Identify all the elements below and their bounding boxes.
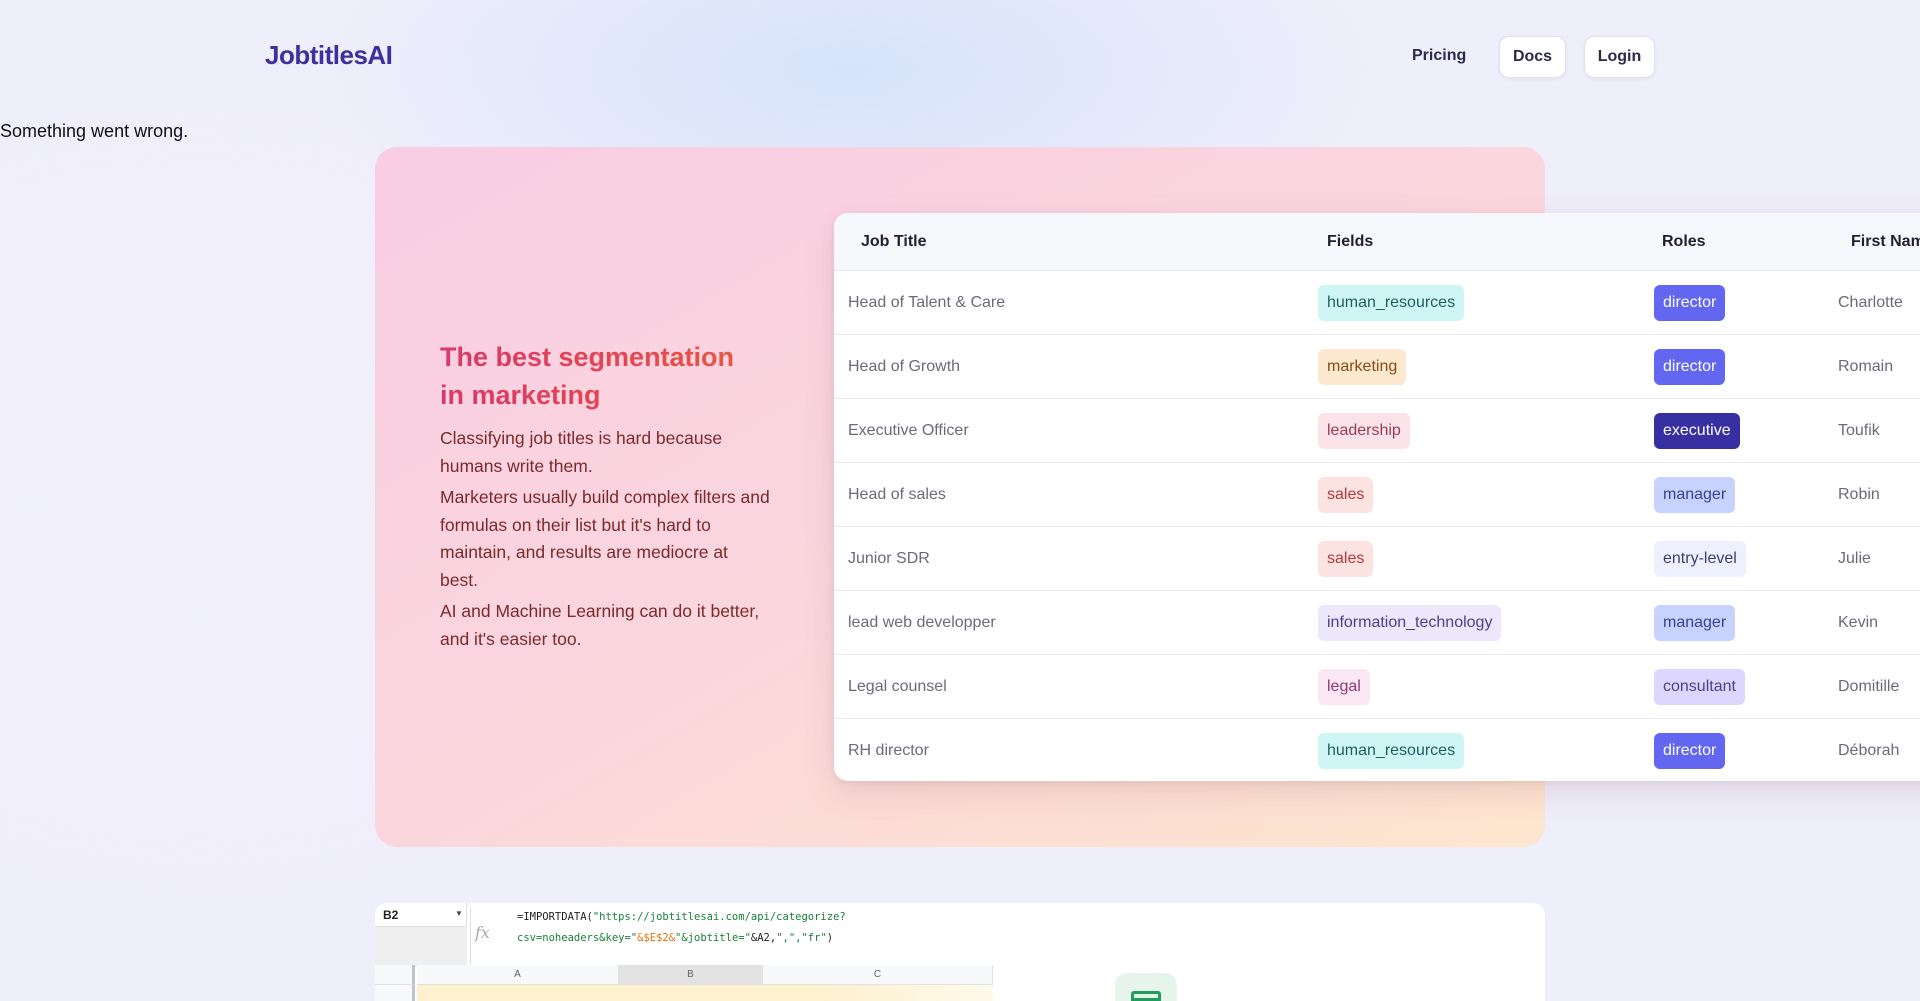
role-badge: consultant: [1654, 669, 1745, 705]
role-cell: director: [1654, 271, 1726, 335]
field-badge: leadership: [1318, 413, 1410, 449]
role-cell: entry-level: [1654, 527, 1746, 591]
field-badge: sales: [1318, 541, 1374, 577]
field-cell: legal: [1318, 655, 1370, 719]
job-title-cell: Executive Officer: [848, 422, 969, 439]
header-first-name: First Nam: [1851, 233, 1920, 250]
role-badge: entry-level: [1654, 541, 1746, 577]
table-icon: [1115, 973, 1177, 1001]
hero-paragraph: Classifying job titles is hard because h…: [440, 428, 723, 476]
field-cell: leadership: [1318, 399, 1410, 463]
table-row: Executive Officer leadership executive Touf…: [834, 399, 1920, 463]
table-row: Legal counsel legal consultant Domitille: [834, 655, 1920, 719]
first-name-cell: Charlotte: [1838, 294, 1903, 311]
column-header-a[interactable]: A: [417, 965, 619, 985]
field-cell: human_resources: [1318, 719, 1465, 781]
hero-paragraph: Marketers usually build complex filters …: [440, 487, 770, 590]
field-badge: human_resources: [1318, 285, 1465, 321]
cell-reference: B2: [383, 908, 399, 922]
error-message: Something went wrong.: [0, 121, 189, 141]
header-job-title: Job Title: [861, 233, 927, 250]
table-row: Head of Talent & Care human_resources dire…: [834, 271, 1920, 335]
spreadsheet-preview: B2 ▼ fx =IMPORTDATA("https://jobtitlesai…: [375, 903, 1545, 1001]
role-cell: director: [1654, 335, 1726, 399]
field-badge: human_resources: [1318, 733, 1465, 769]
first-name-cell: Toufik: [1838, 422, 1880, 439]
field-cell: marketing: [1318, 335, 1407, 399]
chevron-down-icon: ▼: [455, 909, 463, 918]
first-name-cell: Domitille: [1838, 678, 1900, 695]
job-title-cell: Head of Growth: [848, 358, 961, 375]
role-badge: director: [1654, 349, 1726, 385]
job-title-cell: Head of sales: [848, 486, 946, 503]
job-titles-table: Job Title Fields Roles First Nam Head of…: [834, 213, 1920, 781]
hero-title-line2: in marketing: [440, 380, 601, 410]
field-badge: legal: [1318, 669, 1370, 705]
field-cell: sales: [1318, 527, 1374, 591]
first-name-cell: Kevin: [1838, 614, 1879, 631]
hero-paragraph: AI and Machine Learning can do it better…: [440, 601, 760, 649]
job-title-cell: RH director: [848, 742, 929, 759]
role-badge: manager: [1654, 477, 1736, 513]
role-badge: director: [1654, 285, 1726, 321]
docs-button[interactable]: Docs: [1499, 36, 1566, 78]
job-title-cell: Head of Talent & Care: [848, 294, 1006, 311]
job-title-cell: lead web developper: [848, 614, 996, 631]
pricing-link[interactable]: Pricing: [1412, 47, 1466, 65]
role-cell: director: [1654, 719, 1726, 781]
first-name-cell: Déborah: [1838, 742, 1900, 759]
field-cell: sales: [1318, 463, 1374, 527]
first-name-cell: Romain: [1838, 358, 1894, 375]
login-button[interactable]: Login: [1584, 36, 1655, 78]
field-badge: marketing: [1318, 349, 1407, 385]
column-header-c[interactable]: C: [763, 965, 993, 985]
job-title-cell: Legal counsel: [848, 678, 947, 695]
role-cell: executive: [1654, 399, 1740, 463]
first-name-cell: Robin: [1838, 486, 1880, 503]
table-row: lead web developper information_technolog…: [834, 591, 1920, 655]
table-row: Junior SDR sales entry-level Julie: [834, 527, 1920, 591]
hero-title: The best segmentation in marketing: [440, 338, 770, 414]
table-header-row: Job Title Fields Roles First Nam: [834, 213, 1920, 271]
cell-reference-box[interactable]: B2 ▼: [375, 903, 467, 927]
table-row: Head of Growth marketing director Romain: [834, 335, 1920, 399]
field-cell: human_resources: [1318, 271, 1465, 335]
field-cell: information_technology: [1318, 591, 1502, 655]
first-name-cell: Julie: [1838, 550, 1871, 567]
table-row: Head of sales sales manager Robin: [834, 463, 1920, 527]
fx-icon: fx: [475, 923, 490, 942]
role-cell: manager: [1654, 591, 1736, 655]
sheet-corner: [375, 965, 415, 985]
role-cell: manager: [1654, 463, 1736, 527]
table-row: RH director human_resources director Débora…: [834, 719, 1920, 781]
role-badge: executive: [1654, 413, 1740, 449]
formula-bar[interactable]: =IMPORTDATA("https://jobtitlesai.com/api…: [517, 907, 846, 949]
fx-divider: [470, 907, 471, 965]
role-badge: director: [1654, 733, 1726, 769]
hero-title-line1: The best segmentation: [440, 342, 735, 372]
field-badge: sales: [1318, 477, 1374, 513]
logo[interactable]: JobtitlesAI: [265, 40, 393, 71]
job-title-cell: Junior SDR: [848, 550, 930, 567]
role-cell: consultant: [1654, 655, 1745, 719]
header-roles: Roles: [1662, 233, 1706, 250]
field-badge: information_technology: [1318, 605, 1502, 641]
role-badge: manager: [1654, 605, 1736, 641]
header-fields: Fields: [1327, 233, 1374, 250]
sheet-row-1: [417, 985, 993, 1001]
row-number-1: [375, 985, 415, 1001]
namebox-background: [375, 927, 467, 967]
column-header-b[interactable]: B: [619, 965, 763, 985]
